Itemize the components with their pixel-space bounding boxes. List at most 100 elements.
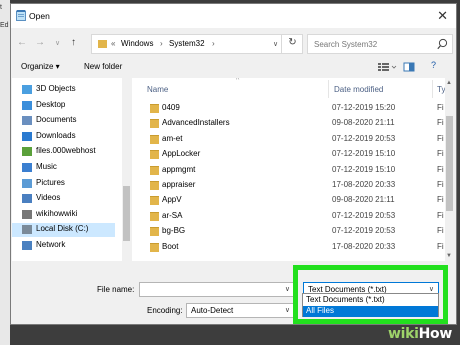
recent-locations-icon[interactable]: ∨ <box>55 39 60 47</box>
open-dialog: Open ✕ ← → ∨ ↑ « Windows › System32 › ∨ … <box>10 3 457 325</box>
file-type-option-all-files[interactable]: All Files <box>303 306 438 317</box>
forward-arrow-icon[interactable]: → <box>35 37 45 48</box>
file-type-option-txt[interactable]: Text Documents (*.txt) <box>303 295 438 306</box>
file-row[interactable]: 0409 07-12-2019 15:20 Fi <box>132 101 445 116</box>
column-header-date[interactable]: Date modified <box>334 85 383 94</box>
scroll-up-icon[interactable]: ▲ <box>446 80 452 86</box>
breadcrumb-windows[interactable]: Windows <box>121 39 153 48</box>
file-type: Fi <box>437 149 444 159</box>
file-name-input[interactable]: ∨ <box>139 282 295 297</box>
file-row[interactable]: AppV 09-08-2020 21:11 Fi <box>132 193 445 208</box>
new-folder-button[interactable]: New folder <box>84 62 122 71</box>
file-row[interactable]: Boot 17-08-2020 20:33 Fi <box>132 240 445 255</box>
file-list: ^ Name Date modified Ty 0409 07-12-2019 1… <box>132 78 445 261</box>
title-bar: Open ✕ <box>11 4 456 28</box>
column-header-type[interactable]: Ty <box>437 85 445 94</box>
file-type: Fi <box>437 164 444 174</box>
sidebar-item[interactable]: files.000webhost <box>22 145 122 159</box>
file-type: Fi <box>437 103 444 112</box>
sidebar-item-label: Documents <box>36 115 77 125</box>
preview-pane-icon[interactable] <box>403 61 415 73</box>
disk-icon <box>22 225 32 235</box>
breadcrumb-system32[interactable]: System32 <box>169 39 205 48</box>
file-date: 07-12-2019 20:53 <box>332 226 396 236</box>
encoding-label: Encoding: <box>147 306 183 315</box>
file-date: 07-12-2019 20:53 <box>332 210 396 220</box>
file-type: Fi <box>437 210 444 220</box>
file-scrollbar[interactable]: ▲ ▼ <box>445 78 454 261</box>
network-drive-icon <box>22 147 32 157</box>
encoding-value: Auto-Detect <box>191 306 234 315</box>
nav-scrollbar[interactable] <box>122 78 131 261</box>
file-name: 0409 <box>162 103 180 112</box>
search-input[interactable]: Search System32 <box>307 34 453 54</box>
sidebar-item[interactable]: Network <box>22 239 122 253</box>
file-date: 07-12-2019 15:10 <box>332 164 396 174</box>
file-row[interactable]: appraiser 17-08-2020 20:33 Fi <box>132 178 445 193</box>
address-bar[interactable]: « Windows › System32 › ∨ <box>91 34 303 54</box>
music-icon <box>22 163 32 172</box>
encoding-select[interactable]: Auto-Detect ∨ <box>186 303 295 318</box>
help-icon[interactable]: ? <box>431 60 436 70</box>
sidebar-item[interactable]: Videos <box>22 192 122 206</box>
column-divider[interactable] <box>328 80 329 98</box>
sidebar-item-label: Local Disk (C:) <box>36 224 89 234</box>
file-name: appmgmt <box>162 164 196 174</box>
column-divider[interactable] <box>432 80 433 98</box>
file-name: bg-BG <box>162 226 186 236</box>
sidebar-item-label: Pictures <box>36 177 65 187</box>
file-row[interactable]: ar-SA 07-12-2019 20:53 Fi <box>132 209 445 224</box>
folder-icon <box>150 211 159 221</box>
file-name: AdvancedInstallers <box>162 118 230 128</box>
videos-icon <box>22 194 32 204</box>
sidebar-item[interactable]: Local Disk (C:) <box>12 223 115 238</box>
back-arrow-icon[interactable]: ← <box>17 37 27 48</box>
chevron-down-icon[interactable]: ∨ <box>273 40 278 48</box>
file-type: Fi <box>437 180 444 189</box>
file-row[interactable]: AdvancedInstallers 09-08-2020 21:11 Fi <box>132 116 445 131</box>
nav-scroll-thumb[interactable] <box>123 186 130 241</box>
column-header-name[interactable]: Name <box>147 85 168 94</box>
sidebar-item[interactable]: Music <box>22 161 122 175</box>
sidebar-item[interactable]: wikihowwiki <box>22 208 122 222</box>
file-row[interactable]: appmgmt 07-12-2019 15:10 Fi <box>132 163 445 178</box>
organize-button[interactable]: Organize ▾ <box>21 62 60 71</box>
sidebar-item[interactable]: 3D Objects <box>22 83 122 97</box>
sidebar-item-label: 3D Objects <box>36 84 76 93</box>
file-name: AppV <box>162 195 182 205</box>
chevron-down-icon[interactable]: ∨ <box>429 285 434 293</box>
sidebar-item[interactable]: Downloads <box>22 130 122 144</box>
file-name: AppLocker <box>162 149 201 159</box>
drive-icon <box>22 209 32 219</box>
sidebar-item-label: Desktop <box>36 99 66 109</box>
sidebar-item[interactable]: Desktop <box>22 99 122 113</box>
folder-icon <box>150 227 159 237</box>
chevron-down-icon[interactable]: ∨ <box>285 285 290 293</box>
chevron-right-icon[interactable]: › <box>212 39 215 48</box>
network-icon <box>22 241 32 250</box>
file-date: 07-12-2019 20:53 <box>332 133 396 143</box>
sidebar-item-label: files.000webhost <box>36 146 96 156</box>
file-scroll-thumb[interactable] <box>446 116 453 211</box>
documents-icon <box>22 116 32 126</box>
file-date: 09-08-2020 21:11 <box>332 195 395 205</box>
chevron-icon: « <box>111 39 116 48</box>
refresh-button[interactable]: ↻ <box>281 34 303 54</box>
up-arrow-icon[interactable]: ↑ <box>71 37 76 48</box>
watermark-suffix: How <box>418 326 453 342</box>
scroll-down-icon[interactable]: ▼ <box>446 253 452 259</box>
folder-icon <box>150 196 159 206</box>
folder-icon <box>98 40 107 48</box>
file-row[interactable]: am-et 07-12-2019 20:53 Fi <box>132 132 445 147</box>
sidebar-item[interactable]: Documents <box>22 114 122 128</box>
sidebar-item[interactable]: Pictures <box>22 177 122 191</box>
view-options-icon[interactable] <box>377 61 397 73</box>
close-icon[interactable]: ✕ <box>437 8 448 24</box>
chevron-right-icon[interactable]: › <box>160 39 163 48</box>
file-name: Boot <box>162 241 179 251</box>
file-date: 17-08-2020 20:33 <box>332 180 396 189</box>
chevron-down-icon[interactable]: ∨ <box>285 306 290 314</box>
file-row[interactable]: AppLocker 07-12-2019 15:10 Fi <box>132 147 445 162</box>
file-row[interactable]: bg-BG 07-12-2019 20:53 Fi <box>132 224 445 239</box>
refresh-icon: ↻ <box>288 37 297 48</box>
